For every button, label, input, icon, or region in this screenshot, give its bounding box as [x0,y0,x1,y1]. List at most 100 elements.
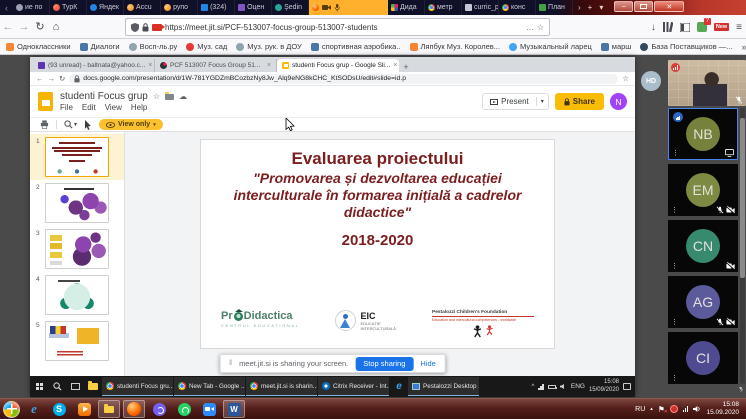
sidebars-icon[interactable] [679,22,690,32]
browser-tab[interactable]: Accu [124,0,162,15]
filmstrip-collapse-chevron[interactable]: › [740,384,743,394]
slide-thumbnail-2[interactable]: 2 [30,180,124,226]
network-icon[interactable] [682,406,689,412]
participant-menu-icon[interactable]: ⋮ [671,318,678,326]
view-only-pill[interactable]: View only ▾ [99,119,163,130]
taskbar-firefox-button[interactable] [123,400,145,418]
download-icon[interactable]: ↓ [651,22,656,33]
bookmarks-overflow-button[interactable]: » [742,42,746,52]
browser-tab[interactable]: (324) [198,0,236,15]
connection-stats-icon[interactable] [671,63,680,72]
url-bar[interactable]: https://meet.jit.si/PCF-513007-focus-gro… [125,18,550,36]
participant-tile[interactable]: EM ⋮ [668,164,738,216]
participant-menu-icon[interactable]: ⋮ [672,149,679,157]
antivirus-icon[interactable] [669,405,678,413]
menu-file[interactable]: File [60,103,73,112]
desktop-clock[interactable]: 15:08 15.09.2020 [706,401,739,418]
tab-scroll-right-button[interactable]: › [575,3,584,12]
participant-tile[interactable]: AG ⋮ [668,276,738,328]
google-slides-icon[interactable] [38,92,53,111]
bookmark-item[interactable]: Музыкальный ларец [508,42,592,51]
bookmark-item[interactable]: Одноклассники [6,42,71,51]
tab-close-icon[interactable]: × [393,62,397,69]
participant-menu-icon[interactable]: ⋮ [671,374,678,382]
bookmark-item[interactable]: База Поставщиков —... [640,42,733,51]
inner-omnibox[interactable]: docs.google.com/presentation/d/1W-781YGD… [69,73,619,84]
volume-icon[interactable] [693,405,701,413]
inner-reload-icon[interactable]: ↻ [59,74,65,83]
taskbar-file-explorer-button[interactable] [98,400,120,418]
extension-new-badge-icon[interactable]: New [713,23,730,31]
bookmark-item[interactable]: марш [600,42,631,51]
present-button[interactable]: Present ▾ [482,93,549,110]
account-avatar[interactable]: N [610,93,627,110]
language-indicator[interactable]: ENG [571,383,585,390]
taskbar-skype-button[interactable]: S [48,400,70,418]
library-icon[interactable] [662,22,673,32]
taskbar-ie-button[interactable]: e [23,400,45,418]
share-button[interactable]: Share [554,93,604,110]
file-explorer-button[interactable] [84,376,102,397]
language-indicator[interactable]: RU [635,406,645,413]
start-button[interactable] [30,376,48,397]
star-document-icon[interactable]: ☆ [153,92,160,101]
tab-scroll-left-button[interactable]: ‹ [0,0,13,15]
inner-clock[interactable]: 15:08 15/09/2020 [589,379,619,394]
reload-button[interactable]: ↻ [32,20,48,33]
tab-close-icon[interactable]: × [148,62,152,69]
taskbar-word-button[interactable]: W [223,400,245,418]
new-tab-button[interactable]: + [585,3,596,12]
browser-tab[interactable]: метр [425,0,462,15]
menu-help[interactable]: Help [131,103,147,112]
bookmark-item[interactable]: Муз. сад [186,42,227,51]
slide-thumbnail-3[interactable]: 3 [30,226,124,272]
browser-tab[interactable]: ие по [13,0,51,15]
taskbar-whatsapp-button[interactable] [173,400,195,418]
bookmark-item[interactable]: Восп-ль.ру [128,42,177,51]
close-button[interactable]: ✕ [654,1,685,12]
inner-browser-tab[interactable]: (93 unread) - baltnata@yahoo.c... × [33,59,155,72]
menu-icon[interactable]: ≡ [736,22,742,33]
browser-tab-sharing-active[interactable] [309,0,388,15]
browser-tab[interactable]: Дида [388,0,425,15]
inner-forward-icon[interactable]: → [48,74,56,83]
windows-start-orb[interactable] [3,400,20,418]
all-tabs-dropdown-button[interactable]: ▾ [596,3,606,12]
menu-edit[interactable]: Edit [82,103,96,112]
move-folder-icon[interactable] [165,91,174,100]
maximize-button[interactable] [634,1,654,12]
scroll-up-icon[interactable]: ▴ [739,99,742,106]
task-view-button[interactable] [66,376,84,397]
url-text[interactable]: https://meet.jit.si/PCF-513007-focus-gro… [165,23,523,32]
extension-fvd-icon[interactable] [696,18,711,32]
taskbar-app-citrix[interactable]: Citrix Receiver - Int... [318,377,389,396]
slide-thumbnail-1[interactable]: 1 [30,134,124,180]
document-title[interactable]: studenti Focus grup [60,91,148,102]
participant-tile[interactable]: CI ⋮ [668,332,738,384]
search-button[interactable] [48,376,66,397]
print-icon[interactable] [40,120,49,129]
menu-view[interactable]: View [105,103,122,112]
scrollbar-thumb[interactable] [740,118,745,278]
tray-expand-caret[interactable]: ^ [531,383,534,390]
browser-tab[interactable]: Оцен [235,0,273,15]
browser-tab[interactable]: Şedin [272,0,310,15]
inner-new-tab-button[interactable]: + [399,62,413,72]
browser-tab[interactable]: curric_pri [462,0,500,15]
browser-tab[interactable]: План [536,0,574,15]
present-dropdown-caret[interactable]: ▾ [537,98,548,105]
camera-in-use-icon[interactable] [152,23,165,31]
slide-thumbnail-5[interactable]: 5 [30,318,124,364]
taskbar-viber-button[interactable] [148,400,170,418]
battery-icon[interactable] [547,384,557,389]
taskbar-app-jitsi[interactable]: meet.jit.si is sharin... [246,377,317,396]
participants-scrollbar[interactable] [740,108,745,384]
participant-tile[interactable]: CN ⋮ [668,220,738,272]
taskbar-zoom-button[interactable] [198,400,220,418]
action-center-icon[interactable] [623,383,631,390]
local-video-tile[interactable] [668,60,746,106]
browser-tab[interactable]: Яндек [87,0,125,15]
tray-expand-caret[interactable]: ▴ [650,406,653,412]
slide-thumbnail-4[interactable]: 4 [30,272,124,318]
browser-tab[interactable]: рупо [161,0,199,15]
